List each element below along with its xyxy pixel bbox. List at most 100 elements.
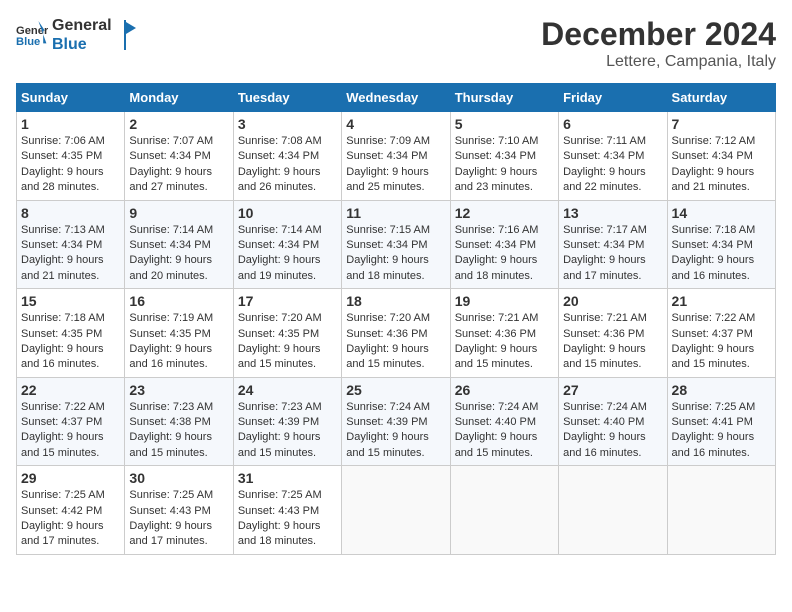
day-info: Sunrise: 7:18 AMSunset: 4:35 PMDaylight:… [21, 311, 120, 373]
sunrise-text: Sunrise: 7:09 AM [346, 135, 430, 147]
day-info: Sunrise: 7:16 AMSunset: 4:34 PMDaylight:… [455, 223, 554, 285]
title-block: December 2024 Lettere, Campania, Italy [541, 16, 776, 71]
weekday-header-wednesday: Wednesday [342, 84, 450, 112]
calendar-cell: 28Sunrise: 7:25 AMSunset: 4:41 PMDayligh… [667, 377, 775, 466]
sunset-text: Sunset: 4:34 PM [21, 239, 102, 251]
sunset-text: Sunset: 4:34 PM [672, 150, 753, 162]
day-number: 18 [346, 293, 445, 309]
day-info: Sunrise: 7:07 AM Sunset: 4:34 PM Daylight:… [129, 134, 228, 196]
sunrise-text: Sunrise: 7:25 AM [21, 489, 105, 501]
calendar-cell: 24 Sunrise: 7:23 AMSunset: 4:39 PMDayligh… [233, 377, 341, 466]
calendar-cell: 31Sunrise: 7:25 AMSunset: 4:43 PMDayligh… [233, 466, 341, 555]
sunset-text: Sunset: 4:42 PM [21, 505, 102, 517]
daylight-text: Daylight: 9 hours and 16 minutes. [563, 431, 646, 458]
calendar-cell: 13Sunrise: 7:17 AMSunset: 4:34 PMDayligh… [559, 200, 667, 289]
daylight-text: Daylight: 9 hours and 15 minutes. [346, 431, 429, 458]
sunrise-text: Sunrise: 7:07 AM [129, 135, 213, 147]
calendar-cell: 15Sunrise: 7:18 AMSunset: 4:35 PMDayligh… [17, 289, 125, 378]
daylight-text: Daylight: 9 hours and 26 minutes. [238, 166, 321, 193]
sunrise-text: Sunrise: 7:16 AM [455, 224, 539, 236]
daylight-text: Daylight: 9 hours and 22 minutes. [563, 166, 646, 193]
day-number: 24 [238, 382, 337, 398]
calendar-cell [342, 466, 450, 555]
sunrise-text: Sunrise: 7:10 AM [455, 135, 539, 147]
day-info: Sunrise: 7:24 AMSunset: 4:39 PMDaylight:… [346, 400, 445, 462]
weekday-header-thursday: Thursday [450, 84, 558, 112]
sunset-text: Sunset: 4:43 PM [129, 505, 210, 517]
day-number: 23 [129, 382, 228, 398]
sunrise-text: Sunrise: 7:20 AM [238, 312, 322, 324]
sunrise-text: Sunrise: 7:24 AM [563, 401, 647, 413]
calendar-cell: 7Sunrise: 7:12 AMSunset: 4:34 PMDaylight… [667, 112, 775, 201]
day-info: Sunrise: 7:23 AMSunset: 4:38 PMDaylight:… [129, 400, 228, 462]
sunset-text: Sunset: 4:35 PM [21, 150, 102, 162]
day-number: 7 [672, 116, 771, 132]
daylight-text: Daylight: 9 hours and 15 minutes. [238, 343, 321, 370]
calendar-cell: 19Sunrise: 7:21 AMSunset: 4:36 PMDayligh… [450, 289, 558, 378]
calendar-cell: 6Sunrise: 7:11 AMSunset: 4:34 PMDaylight… [559, 112, 667, 201]
calendar-week-row: 1Sunrise: 7:06 AMSunset: 4:35 PMDaylight… [17, 112, 776, 201]
calendar-cell [559, 466, 667, 555]
sunset-text: Sunset: 4:34 PM [238, 239, 319, 251]
daylight-text: Daylight: 9 hours and 21 minutes. [672, 166, 755, 193]
day-info: Sunrise: 7:25 AMSunset: 4:41 PMDaylight:… [672, 400, 771, 462]
sunset-text: Sunset: 4:34 PM [455, 150, 536, 162]
day-number: 20 [563, 293, 662, 309]
day-info: Sunrise: 7:23 AMSunset: 4:39 PMDaylight:… [238, 400, 337, 462]
day-number: 12 [455, 205, 554, 221]
day-info: Sunrise: 7:09 AMSunset: 4:34 PMDaylight:… [346, 134, 445, 196]
sunset-text: Sunset: 4:36 PM [346, 328, 427, 340]
calendar-week-row: 15Sunrise: 7:18 AMSunset: 4:35 PMDayligh… [17, 289, 776, 378]
day-info: Sunrise: 7:25 AMSunset: 4:43 PMDaylight:… [129, 488, 228, 550]
daylight-text: Daylight: 9 hours and 16 minutes. [672, 254, 755, 281]
calendar-cell: 12 Sunrise: 7:16 AMSunset: 4:34 PMDayligh… [450, 200, 558, 289]
daylight-text: Daylight: 9 hours and 16 minutes. [129, 343, 212, 370]
day-info: Sunrise: 7:24 AMSunset: 4:40 PMDaylight:… [563, 400, 662, 462]
sunrise-text: Sunrise: 7:25 AM [238, 489, 322, 501]
day-info: Sunrise: 7:17 AMSunset: 4:34 PMDaylight:… [563, 223, 662, 285]
day-number: 19 [455, 293, 554, 309]
weekday-header-row: SundayMondayTuesdayWednesdayThursdayFrid… [17, 84, 776, 112]
day-number: 25 [346, 382, 445, 398]
sunset-text: Sunset: 4:34 PM [563, 150, 644, 162]
day-number: 26 [455, 382, 554, 398]
day-info: Sunrise: 7:10 AM Sunset: 4:34 PM Daylight:… [455, 134, 554, 196]
day-number: 30 [129, 470, 228, 486]
calendar-cell: 17Sunrise: 7:20 AMSunset: 4:35 PMDayligh… [233, 289, 341, 378]
logo-flag-icon [116, 20, 136, 50]
sunset-text: Sunset: 4:34 PM [129, 150, 210, 162]
daylight-text: Daylight: 9 hours and 15 minutes. [129, 431, 212, 458]
daylight-text: Daylight: 9 hours and 15 minutes. [238, 431, 321, 458]
daylight-text: Daylight: 9 hours and 15 minutes. [455, 431, 538, 458]
daylight-text: Daylight: 9 hours and 15 minutes. [455, 343, 538, 370]
calendar-cell: 29Sunrise: 7:25 AMSunset: 4:42 PMDayligh… [17, 466, 125, 555]
daylight-text: Daylight: 9 hours and 18 minutes. [238, 520, 321, 547]
sunrise-text: Sunrise: 7:23 AM [129, 401, 213, 413]
sunset-text: Sunset: 4:35 PM [129, 328, 210, 340]
daylight-text: Daylight: 9 hours and 27 minutes. [129, 166, 212, 193]
daylight-text: Daylight: 9 hours and 16 minutes. [21, 343, 104, 370]
location-subtitle: Lettere, Campania, Italy [541, 53, 776, 71]
sunset-text: Sunset: 4:34 PM [346, 150, 427, 162]
calendar-cell: 3Sunrise: 7:08 AMSunset: 4:34 PMDaylight… [233, 112, 341, 201]
sunset-text: Sunset: 4:35 PM [21, 328, 102, 340]
sunset-text: Sunset: 4:35 PM [238, 328, 319, 340]
calendar-table: SundayMondayTuesdayWednesdayThursdayFrid… [16, 83, 776, 555]
calendar-cell: 16Sunrise: 7:19 AMSunset: 4:35 PMDayligh… [125, 289, 233, 378]
daylight-text: Daylight: 9 hours and 15 minutes. [346, 343, 429, 370]
day-number: 31 [238, 470, 337, 486]
sunrise-text: Sunrise: 7:21 AM [455, 312, 539, 324]
daylight-text: Daylight: 9 hours and 23 minutes. [455, 166, 538, 193]
daylight-text: Daylight: 9 hours and 17 minutes. [129, 520, 212, 547]
daylight-text: Daylight: 9 hours and 15 minutes. [672, 343, 755, 370]
sunrise-text: Sunrise: 7:15 AM [346, 224, 430, 236]
day-info: Sunrise: 7:08 AMSunset: 4:34 PMDaylight:… [238, 134, 337, 196]
sunrise-text: Sunrise: 7:18 AM [672, 224, 756, 236]
day-info: Sunrise: 7:13 AMSunset: 4:34 PMDaylight:… [21, 223, 120, 285]
day-info: Sunrise: 7:22 AMSunset: 4:37 PMDaylight:… [21, 400, 120, 462]
day-number: 22 [21, 382, 120, 398]
weekday-header-monday: Monday [125, 84, 233, 112]
daylight-text: Daylight: 9 hours and 15 minutes. [21, 431, 104, 458]
sunset-text: Sunset: 4:34 PM [563, 239, 644, 251]
svg-text:Blue: Blue [16, 36, 40, 48]
